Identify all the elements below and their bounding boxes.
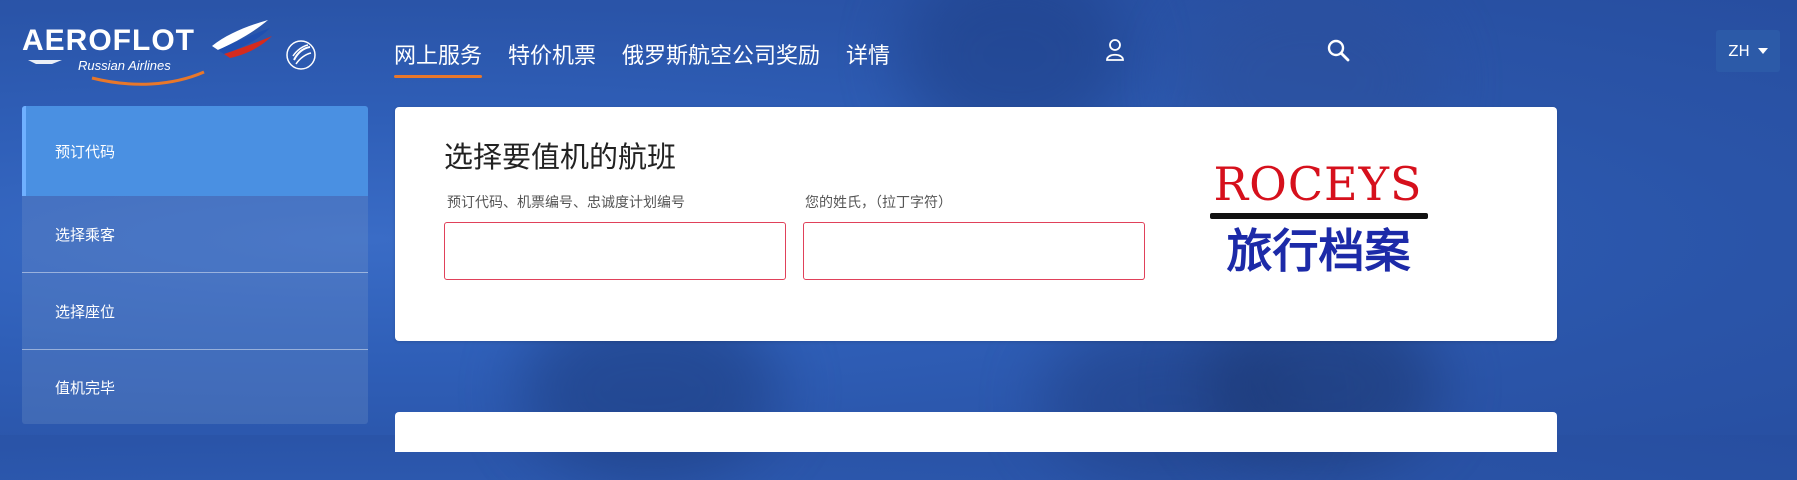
- skyteam-logo-icon: [286, 40, 316, 70]
- user-icon[interactable]: [1104, 38, 1126, 62]
- step-checkin-complete[interactable]: 值机完毕: [22, 350, 368, 424]
- nav-special-fares[interactable]: 特价机票: [508, 38, 596, 76]
- step-label: 预订代码: [55, 142, 116, 161]
- secondary-card: [395, 412, 1557, 452]
- flight-search-card: 选择要值机的航班 预订代码、机票编号、忠诚度计划编号 您的姓氏，（拉丁字符） R…: [395, 107, 1557, 341]
- language-code: ZH: [1728, 42, 1750, 60]
- surname-input[interactable]: [803, 222, 1145, 280]
- watermark-subtitle: 旅行档案: [1226, 224, 1411, 278]
- step-label: 选择乘客: [55, 225, 116, 244]
- nav-online-services[interactable]: 网上服务: [394, 38, 483, 78]
- step-select-passengers[interactable]: 选择乘客: [22, 196, 368, 272]
- step-label: 选择座位: [55, 302, 116, 321]
- step-label: 值机完毕: [55, 378, 116, 397]
- main-navigation: 网上服务 特价机票 俄罗斯航空公司奖励 详情: [394, 38, 890, 78]
- checkin-steps-sidebar: 预订代码 选择乘客 选择座位 值机完毕: [22, 106, 368, 424]
- step-booking-code[interactable]: 预订代码: [22, 106, 368, 196]
- booking-code-input[interactable]: [444, 222, 786, 280]
- logo-wordmark: AEROFLOT: [22, 24, 195, 57]
- language-selector[interactable]: ZH: [1716, 30, 1780, 72]
- page-title: 选择要值机的航班: [444, 140, 677, 174]
- booking-code-label: 预订代码、机票编号、忠诚度计划编号: [447, 195, 685, 211]
- surname-label: 您的姓氏，（拉丁字符）: [805, 195, 952, 211]
- watermark-title: ROCEYS: [1213, 157, 1423, 211]
- step-select-seats[interactable]: 选择座位: [22, 273, 368, 349]
- aeroflot-logo[interactable]: AEROFLOT Russian Airlines: [22, 16, 316, 92]
- nav-details[interactable]: 详情: [846, 38, 890, 76]
- chevron-down-icon: [1757, 48, 1768, 54]
- watermark-logo: ROCEYS 旅行档案: [1208, 157, 1438, 278]
- nav-aeroflot-bonus[interactable]: 俄罗斯航空公司奖励: [622, 38, 820, 76]
- logo-subtitle: Russian Airlines: [78, 58, 171, 73]
- search-icon[interactable]: [1326, 38, 1350, 62]
